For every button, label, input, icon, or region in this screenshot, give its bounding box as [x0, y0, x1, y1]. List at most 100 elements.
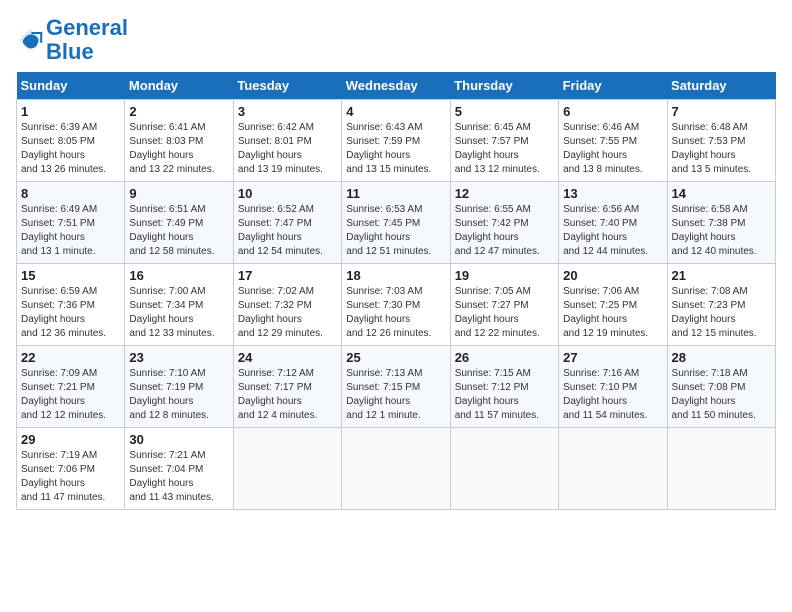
- day-number: 5: [455, 104, 554, 119]
- calendar-cell: 1 Sunrise: 6:39 AM Sunset: 8:05 PM Dayli…: [17, 100, 125, 182]
- calendar-cell: 30 Sunrise: 7:21 AM Sunset: 7:04 PM Dayl…: [125, 428, 233, 510]
- calendar-cell: 10 Sunrise: 6:52 AM Sunset: 7:47 PM Dayl…: [233, 182, 341, 264]
- day-number: 28: [672, 350, 771, 365]
- calendar-cell: 17 Sunrise: 7:02 AM Sunset: 7:32 PM Dayl…: [233, 264, 341, 346]
- calendar-cell: 16 Sunrise: 7:00 AM Sunset: 7:34 PM Dayl…: [125, 264, 233, 346]
- day-info: Sunrise: 7:18 AM Sunset: 7:08 PM Dayligh…: [672, 367, 771, 423]
- calendar-cell: 15 Sunrise: 6:59 AM Sunset: 7:36 PM Dayl…: [17, 264, 125, 346]
- day-number: 10: [238, 186, 337, 201]
- day-number: 20: [563, 268, 662, 283]
- day-number: 24: [238, 350, 337, 365]
- calendar-cell: 12 Sunrise: 6:55 AM Sunset: 7:42 PM Dayl…: [450, 182, 558, 264]
- calendar-cell: 8 Sunrise: 6:49 AM Sunset: 7:51 PM Dayli…: [17, 182, 125, 264]
- calendar-cell: [559, 428, 667, 510]
- day-number: 6: [563, 104, 662, 119]
- day-number: 16: [129, 268, 228, 283]
- calendar-cell: [233, 428, 341, 510]
- day-number: 26: [455, 350, 554, 365]
- day-info: Sunrise: 7:16 AM Sunset: 7:10 PM Dayligh…: [563, 367, 662, 423]
- weekday-wednesday: Wednesday: [342, 72, 450, 100]
- day-info: Sunrise: 6:45 AM Sunset: 7:57 PM Dayligh…: [455, 121, 554, 177]
- calendar-body: 1 Sunrise: 6:39 AM Sunset: 8:05 PM Dayli…: [17, 100, 776, 510]
- day-number: 13: [563, 186, 662, 201]
- calendar-cell: 13 Sunrise: 6:56 AM Sunset: 7:40 PM Dayl…: [559, 182, 667, 264]
- calendar-cell: 6 Sunrise: 6:46 AM Sunset: 7:55 PM Dayli…: [559, 100, 667, 182]
- calendar-cell: 26 Sunrise: 7:15 AM Sunset: 7:12 PM Dayl…: [450, 346, 558, 428]
- calendar-cell: 20 Sunrise: 7:06 AM Sunset: 7:25 PM Dayl…: [559, 264, 667, 346]
- day-info: Sunrise: 7:19 AM Sunset: 7:06 PM Dayligh…: [21, 449, 120, 505]
- calendar-cell: 7 Sunrise: 6:48 AM Sunset: 7:53 PM Dayli…: [667, 100, 775, 182]
- weekday-tuesday: Tuesday: [233, 72, 341, 100]
- day-info: Sunrise: 6:41 AM Sunset: 8:03 PM Dayligh…: [129, 121, 228, 177]
- day-info: Sunrise: 6:55 AM Sunset: 7:42 PM Dayligh…: [455, 203, 554, 259]
- day-number: 18: [346, 268, 445, 283]
- calendar-cell: 2 Sunrise: 6:41 AM Sunset: 8:03 PM Dayli…: [125, 100, 233, 182]
- day-info: Sunrise: 6:59 AM Sunset: 7:36 PM Dayligh…: [21, 285, 120, 341]
- day-number: 4: [346, 104, 445, 119]
- calendar-cell: 11 Sunrise: 6:53 AM Sunset: 7:45 PM Dayl…: [342, 182, 450, 264]
- logo: General Blue: [16, 16, 128, 64]
- calendar-cell: 23 Sunrise: 7:10 AM Sunset: 7:19 PM Dayl…: [125, 346, 233, 428]
- calendar-table: SundayMondayTuesdayWednesdayThursdayFrid…: [16, 72, 776, 510]
- day-info: Sunrise: 6:49 AM Sunset: 7:51 PM Dayligh…: [21, 203, 120, 259]
- calendar-cell: 28 Sunrise: 7:18 AM Sunset: 7:08 PM Dayl…: [667, 346, 775, 428]
- day-number: 7: [672, 104, 771, 119]
- day-info: Sunrise: 6:42 AM Sunset: 8:01 PM Dayligh…: [238, 121, 337, 177]
- calendar-cell: 24 Sunrise: 7:12 AM Sunset: 7:17 PM Dayl…: [233, 346, 341, 428]
- day-info: Sunrise: 6:56 AM Sunset: 7:40 PM Dayligh…: [563, 203, 662, 259]
- day-info: Sunrise: 7:12 AM Sunset: 7:17 PM Dayligh…: [238, 367, 337, 423]
- calendar-week-1: 1 Sunrise: 6:39 AM Sunset: 8:05 PM Dayli…: [17, 100, 776, 182]
- calendar-week-2: 8 Sunrise: 6:49 AM Sunset: 7:51 PM Dayli…: [17, 182, 776, 264]
- calendar-cell: 25 Sunrise: 7:13 AM Sunset: 7:15 PM Dayl…: [342, 346, 450, 428]
- weekday-header-row: SundayMondayTuesdayWednesdayThursdayFrid…: [17, 72, 776, 100]
- day-info: Sunrise: 6:48 AM Sunset: 7:53 PM Dayligh…: [672, 121, 771, 177]
- day-info: Sunrise: 7:08 AM Sunset: 7:23 PM Dayligh…: [672, 285, 771, 341]
- day-info: Sunrise: 7:13 AM Sunset: 7:15 PM Dayligh…: [346, 367, 445, 423]
- day-info: Sunrise: 7:10 AM Sunset: 7:19 PM Dayligh…: [129, 367, 228, 423]
- weekday-friday: Friday: [559, 72, 667, 100]
- day-info: Sunrise: 6:39 AM Sunset: 8:05 PM Dayligh…: [21, 121, 120, 177]
- logo-blue: Blue: [46, 39, 94, 64]
- calendar-cell: 9 Sunrise: 6:51 AM Sunset: 7:49 PM Dayli…: [125, 182, 233, 264]
- day-number: 2: [129, 104, 228, 119]
- weekday-monday: Monday: [125, 72, 233, 100]
- calendar-cell: 3 Sunrise: 6:42 AM Sunset: 8:01 PM Dayli…: [233, 100, 341, 182]
- day-number: 8: [21, 186, 120, 201]
- calendar-cell: 14 Sunrise: 6:58 AM Sunset: 7:38 PM Dayl…: [667, 182, 775, 264]
- day-number: 9: [129, 186, 228, 201]
- day-info: Sunrise: 7:02 AM Sunset: 7:32 PM Dayligh…: [238, 285, 337, 341]
- calendar-week-4: 22 Sunrise: 7:09 AM Sunset: 7:21 PM Dayl…: [17, 346, 776, 428]
- day-number: 11: [346, 186, 445, 201]
- weekday-sunday: Sunday: [17, 72, 125, 100]
- calendar-cell: 29 Sunrise: 7:19 AM Sunset: 7:06 PM Dayl…: [17, 428, 125, 510]
- calendar-cell: [342, 428, 450, 510]
- weekday-saturday: Saturday: [667, 72, 775, 100]
- day-info: Sunrise: 6:43 AM Sunset: 7:59 PM Dayligh…: [346, 121, 445, 177]
- header: General Blue: [16, 16, 776, 64]
- calendar-cell: 21 Sunrise: 7:08 AM Sunset: 7:23 PM Dayl…: [667, 264, 775, 346]
- day-info: Sunrise: 6:51 AM Sunset: 7:49 PM Dayligh…: [129, 203, 228, 259]
- day-info: Sunrise: 6:52 AM Sunset: 7:47 PM Dayligh…: [238, 203, 337, 259]
- day-number: 25: [346, 350, 445, 365]
- calendar-cell: 4 Sunrise: 6:43 AM Sunset: 7:59 PM Dayli…: [342, 100, 450, 182]
- calendar-week-3: 15 Sunrise: 6:59 AM Sunset: 7:36 PM Dayl…: [17, 264, 776, 346]
- day-number: 15: [21, 268, 120, 283]
- day-info: Sunrise: 7:03 AM Sunset: 7:30 PM Dayligh…: [346, 285, 445, 341]
- weekday-thursday: Thursday: [450, 72, 558, 100]
- day-number: 22: [21, 350, 120, 365]
- calendar-cell: 18 Sunrise: 7:03 AM Sunset: 7:30 PM Dayl…: [342, 264, 450, 346]
- calendar-cell: 22 Sunrise: 7:09 AM Sunset: 7:21 PM Dayl…: [17, 346, 125, 428]
- day-number: 1: [21, 104, 120, 119]
- calendar-cell: 27 Sunrise: 7:16 AM Sunset: 7:10 PM Dayl…: [559, 346, 667, 428]
- calendar-cell: [450, 428, 558, 510]
- day-info: Sunrise: 7:09 AM Sunset: 7:21 PM Dayligh…: [21, 367, 120, 423]
- day-number: 23: [129, 350, 228, 365]
- day-number: 17: [238, 268, 337, 283]
- calendar-week-5: 29 Sunrise: 7:19 AM Sunset: 7:06 PM Dayl…: [17, 428, 776, 510]
- day-info: Sunrise: 7:21 AM Sunset: 7:04 PM Dayligh…: [129, 449, 228, 505]
- calendar-cell: [667, 428, 775, 510]
- day-number: 14: [672, 186, 771, 201]
- day-number: 30: [129, 432, 228, 447]
- calendar-cell: 19 Sunrise: 7:05 AM Sunset: 7:27 PM Dayl…: [450, 264, 558, 346]
- day-number: 21: [672, 268, 771, 283]
